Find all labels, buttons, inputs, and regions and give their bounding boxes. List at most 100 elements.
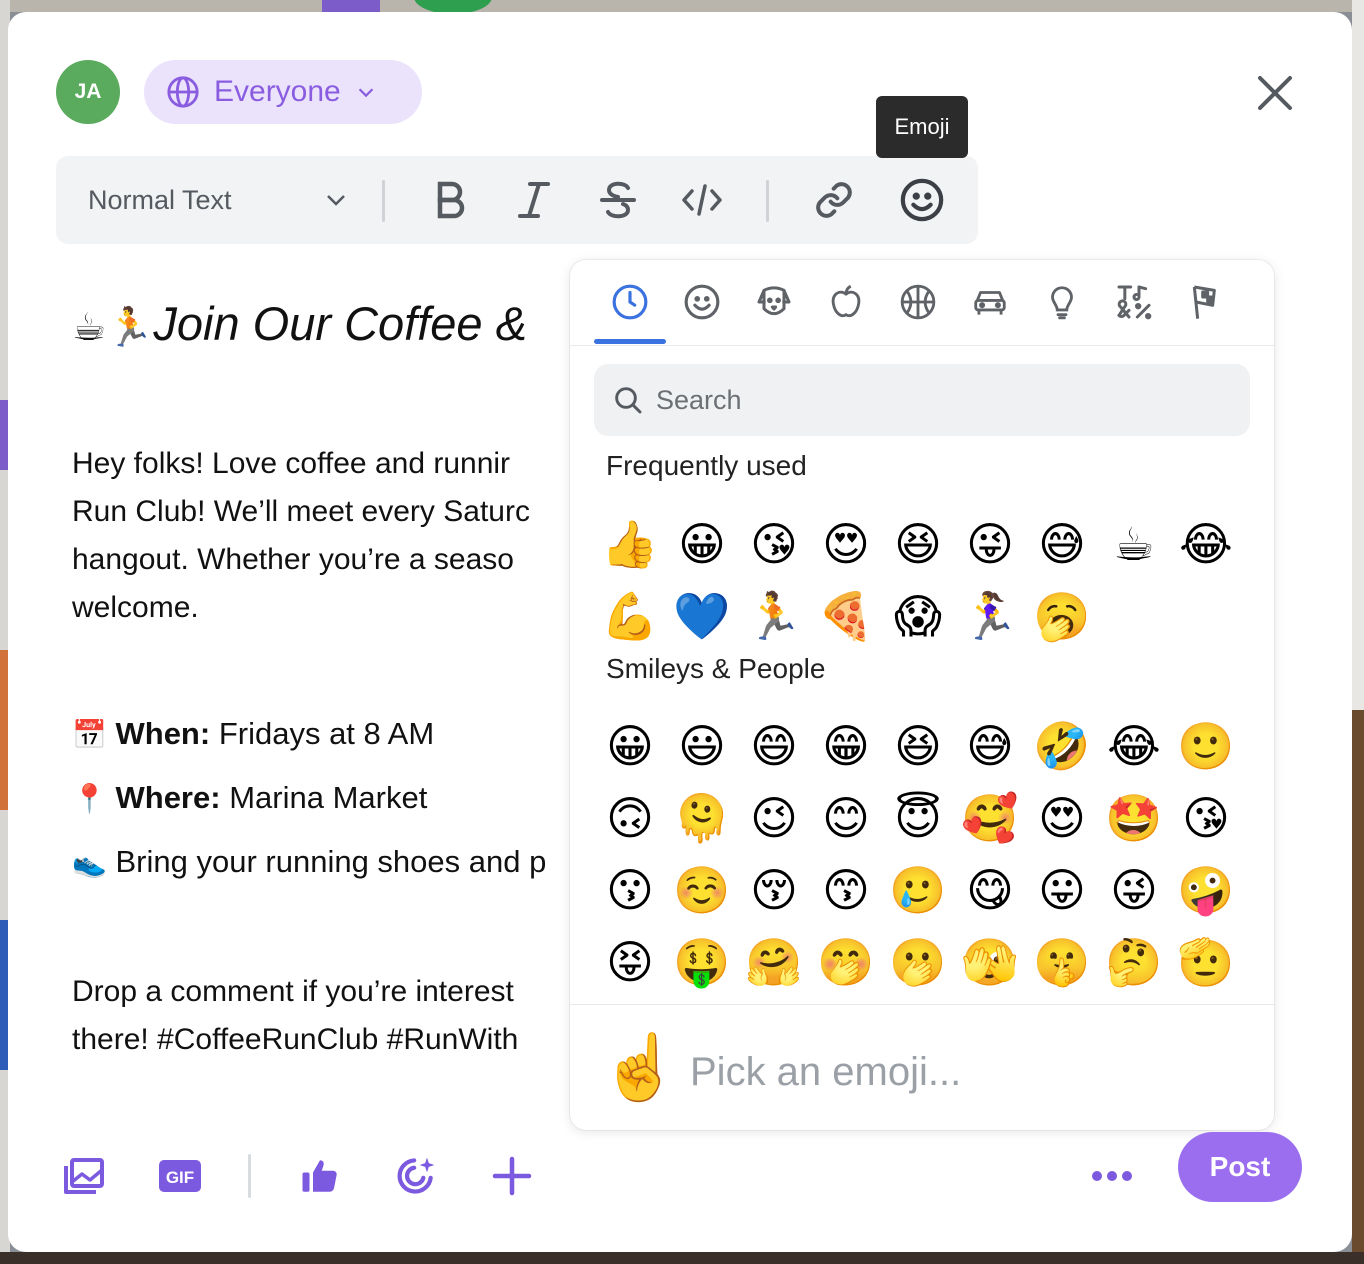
emoji-option[interactable]: 😄 <box>738 710 810 782</box>
tab-travel[interactable] <box>965 278 1015 326</box>
kudos-button[interactable] <box>292 1148 348 1204</box>
actions-divider <box>248 1154 251 1198</box>
emoji-option[interactable]: 😁 <box>810 710 882 782</box>
emoji-option[interactable]: 😍 <box>1026 782 1098 854</box>
post-editor[interactable]: ☕🏃Join Our Coffee & Hey folks! Love coff… <box>72 12 572 1112</box>
emoji-option[interactable]: 😚 <box>738 854 810 926</box>
active-tab-indicator <box>594 339 666 344</box>
tab-objects[interactable] <box>1037 278 1087 326</box>
code-icon <box>682 184 722 216</box>
search-icon <box>615 387 642 414</box>
post-button[interactable]: Post <box>1178 1132 1302 1202</box>
emoji-option[interactable]: 🫡 <box>1170 926 1242 998</box>
more-attachments-button[interactable] <box>484 1148 540 1204</box>
emoji-option[interactable]: 🤫 <box>1026 926 1098 998</box>
emoji-option[interactable]: 😋 <box>954 854 1026 926</box>
picker-divider <box>570 1004 1274 1005</box>
emoji-option[interactable]: 🤔 <box>1098 926 1170 998</box>
code-button[interactable] <box>678 176 726 224</box>
emoji-option[interactable]: 😘 <box>738 508 810 580</box>
emoji-preview: ☝️ <box>600 1031 680 1105</box>
tab-animals[interactable] <box>749 278 799 326</box>
post-paragraph: Drop a comment if you’re interest there!… <box>72 975 519 1056</box>
symbols-icon <box>1117 285 1152 320</box>
gallery-icon <box>64 1158 104 1194</box>
tab-food[interactable] <box>821 278 871 326</box>
apple-icon <box>831 284 861 318</box>
emoji-option[interactable]: 😂 <box>1098 710 1170 782</box>
emoji-search-input[interactable] <box>656 384 1216 416</box>
post-title: ☕🏃Join Our Coffee & <box>72 297 527 350</box>
car-icon <box>974 291 1006 315</box>
tab-activity[interactable] <box>893 278 943 326</box>
smiley-icon <box>684 284 720 320</box>
emoji-option[interactable]: 😍 <box>810 508 882 580</box>
emoji-option[interactable]: 😃 <box>666 710 738 782</box>
emoji-option[interactable]: 👍 <box>594 508 666 580</box>
emoji-option[interactable]: 😀 <box>594 710 666 782</box>
emoji-option[interactable]: 😱 <box>882 580 954 652</box>
emoji-option[interactable]: 🏃 <box>738 580 810 652</box>
strikethrough-button[interactable] <box>594 176 642 224</box>
close-button[interactable] <box>1252 70 1298 116</box>
link-button[interactable] <box>810 176 858 224</box>
emoji-option[interactable]: 🏃‍♀️ <box>954 580 1026 652</box>
ellipsis-icon <box>1092 1171 1132 1181</box>
emoji-option[interactable]: 😝 <box>594 926 666 998</box>
emoji-option[interactable]: 😅 <box>1026 508 1098 580</box>
emoji-option[interactable]: 🍕 <box>810 580 882 652</box>
tab-flags[interactable] <box>1181 278 1231 326</box>
emoji-option[interactable]: ☺️ <box>666 854 738 926</box>
emoji-option[interactable]: 😉 <box>738 782 810 854</box>
strikethrough-icon <box>600 181 636 219</box>
emoji-option[interactable]: ☕ <box>1098 508 1170 580</box>
emoji-option[interactable]: 🤑 <box>666 926 738 998</box>
emoji-option[interactable]: 😙 <box>810 854 882 926</box>
emoji-option[interactable]: 🫣 <box>954 926 1026 998</box>
backdrop <box>1352 710 1364 1264</box>
emoji-option[interactable]: 😂 <box>1170 508 1242 580</box>
close-icon <box>1258 76 1292 110</box>
emoji-option[interactable]: 😜 <box>1098 854 1170 926</box>
emoji-option[interactable]: 😜 <box>954 508 1026 580</box>
emoji-option[interactable]: 🥲 <box>882 854 954 926</box>
tab-smileys[interactable] <box>677 278 727 326</box>
emoji-option[interactable]: 😆 <box>882 710 954 782</box>
emoji-option[interactable]: 😛 <box>1026 854 1098 926</box>
emoji-button[interactable] <box>898 176 946 224</box>
gif-button[interactable]: GIF <box>152 1148 208 1204</box>
emoji-option[interactable]: 😇 <box>882 782 954 854</box>
emoji-option[interactable]: 😗 <box>594 854 666 926</box>
frequently-used-grid: 👍 😀 😘 😍 😆 😜 😅 ☕ 😂 💪 💙 🏃 🍕 😱 🏃‍♀️ 🥱 <box>594 508 1254 652</box>
emoji-option[interactable]: 🤗 <box>738 926 810 998</box>
emoji-option[interactable]: 🥱 <box>1026 580 1098 652</box>
emoji-search-field[interactable] <box>594 364 1250 436</box>
emoji-option[interactable]: 😆 <box>882 508 954 580</box>
emoji-option[interactable]: 🤣 <box>1026 710 1098 782</box>
emoji-option[interactable]: 🤭 <box>810 926 882 998</box>
add-photo-button[interactable] <box>56 1148 112 1204</box>
emoji-option[interactable]: 😀 <box>666 508 738 580</box>
emoji-option[interactable]: 😊 <box>810 782 882 854</box>
emoji-option[interactable]: 🥰 <box>954 782 1026 854</box>
tab-symbols[interactable] <box>1109 278 1159 326</box>
emoji-preview-text: Pick an emoji... <box>690 1050 962 1094</box>
emoji-option[interactable]: 🫢 <box>882 926 954 998</box>
emoji-option[interactable]: 🙂 <box>1170 710 1242 782</box>
emoji-option[interactable]: 💪 <box>594 580 666 652</box>
smileys-heading: Smileys & People <box>606 653 826 684</box>
celebrate-button[interactable] <box>388 1148 444 1204</box>
backdrop <box>0 0 1364 12</box>
emoji-option[interactable]: 🫠 <box>666 782 738 854</box>
more-options-button[interactable] <box>1084 1148 1140 1204</box>
thumbs-up-icon <box>302 1160 337 1192</box>
frequently-used-heading: Frequently used <box>606 450 807 481</box>
emoji-option[interactable]: 🙃 <box>594 782 666 854</box>
plus-icon <box>492 1156 532 1196</box>
emoji-option[interactable]: 🤪 <box>1170 854 1242 926</box>
emoji-option[interactable]: 💙 <box>666 580 738 652</box>
tab-recent[interactable] <box>605 278 655 326</box>
emoji-option[interactable]: 😅 <box>954 710 1026 782</box>
emoji-option[interactable]: 🤩 <box>1098 782 1170 854</box>
emoji-option[interactable]: 😘 <box>1170 782 1242 854</box>
